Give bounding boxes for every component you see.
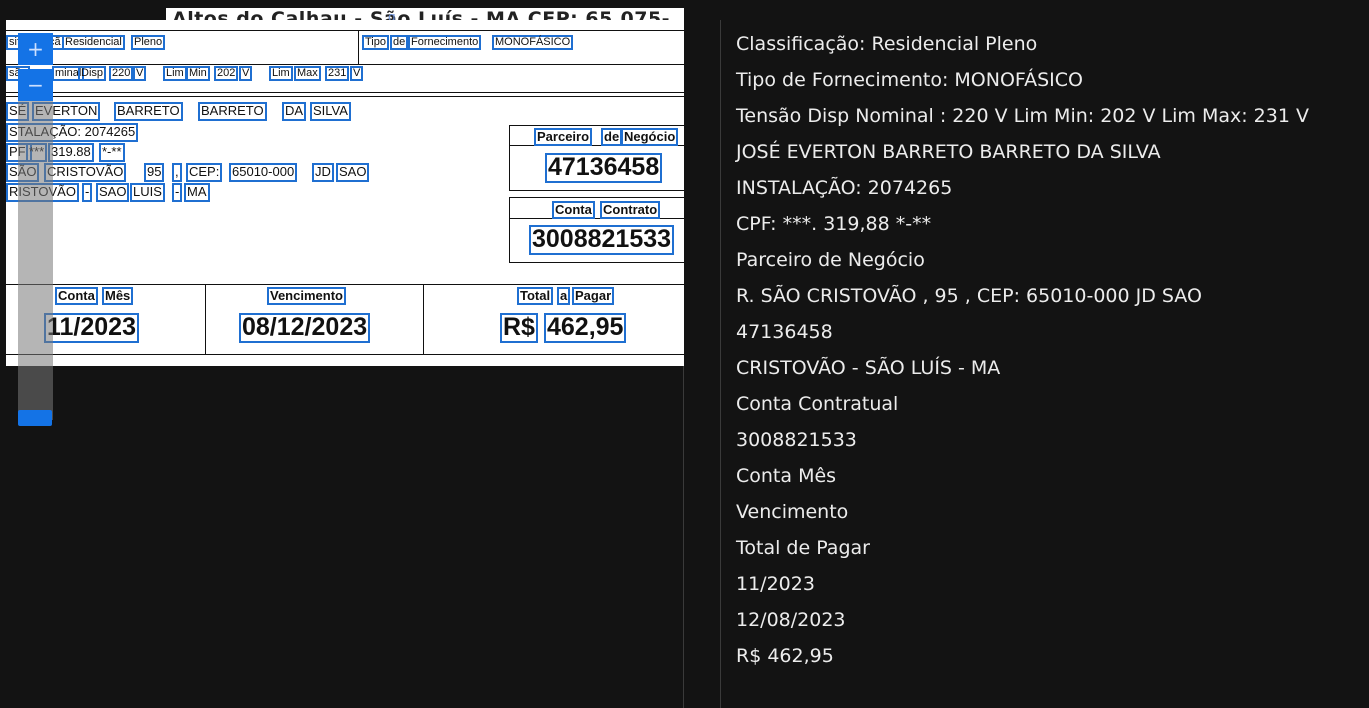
ocr-word: V: [239, 66, 253, 81]
ocr-word: Pagar: [572, 287, 615, 305]
ocr-word: BARRETO: [114, 102, 183, 121]
field-line: Conta Mês: [736, 465, 837, 487]
box-rule: [509, 262, 684, 263]
ocr-word: Mês: [102, 287, 134, 305]
ocr-word: 220: [109, 66, 134, 81]
ocr-word: Total: [517, 287, 554, 305]
ocr-word: MA: [184, 183, 210, 202]
viewer-border: [683, 366, 684, 708]
month-value: 11/2023: [44, 313, 139, 343]
ocr-word: a: [557, 287, 571, 305]
ocr-word: Residencial: [62, 35, 125, 50]
contract-value: 3008821533: [529, 225, 675, 255]
extracted-fields-list: Classificação: Residencial Pleno Tipo de…: [736, 26, 1309, 674]
ocr-word: 319.88: [48, 143, 94, 162]
table-rule: [6, 92, 684, 93]
ocr-word: Conta: [552, 201, 595, 219]
zoom-controls: + −: [18, 33, 53, 101]
table-rule: [205, 284, 206, 354]
ocr-word: Contrato: [600, 201, 661, 219]
ocr-word: SAO: [336, 163, 370, 182]
field-line: R. SÃO CRISTOVÃO , 95 , CEP: 65010-000 J…: [736, 285, 1202, 307]
field-line: Parceiro de Negócio: [736, 249, 925, 271]
ocr-word: CEP:: [186, 163, 223, 182]
table-rule: [6, 284, 684, 285]
box-rule: [509, 197, 684, 198]
ocr-word: CRISTOVÃO: [44, 163, 127, 182]
field-line: Tipo de Fornecimento: MONOFÁSICO: [736, 69, 1083, 91]
ocr-word: ,: [172, 163, 182, 182]
ocr-word: de: [601, 128, 623, 146]
ocr-word: Conta: [55, 287, 98, 305]
box-rule: [509, 197, 510, 263]
zoom-in-button[interactable]: +: [18, 33, 53, 65]
field-line: 12/08/2023: [736, 609, 846, 631]
box-rule: [509, 190, 684, 191]
panel-divider: [720, 20, 721, 708]
field-line: CPF: ***. 319,88 *-**: [736, 213, 932, 235]
header-cut-link: g: [388, 10, 396, 20]
table-rule: [423, 284, 424, 354]
ocr-word: *-**: [99, 143, 125, 162]
table-rule: [6, 96, 684, 97]
ocr-word: Lim: [163, 66, 187, 81]
ocr-word: LUIS: [130, 183, 165, 202]
ocr-word: SAO: [96, 183, 130, 202]
ocr-word: BARRETO: [198, 102, 267, 121]
ocr-word: SILVA: [310, 102, 351, 121]
box-rule: [509, 125, 510, 191]
ocr-word: Lim: [269, 66, 293, 81]
field-line: Classificação: Residencial Pleno: [736, 33, 1038, 55]
ocr-word: Disp: [78, 66, 107, 81]
ocr-word: -: [172, 183, 183, 202]
field-line: 3008821533: [736, 429, 857, 451]
ocr-word: -: [82, 183, 93, 202]
ocr-word: 95: [144, 163, 165, 182]
ocr-word: 231: [325, 66, 350, 81]
box-rule: [509, 125, 684, 126]
field-line: 11/2023: [736, 573, 815, 595]
field-line: Total de Pagar: [736, 537, 870, 559]
table-rule: [6, 64, 684, 65]
table-rule: [6, 30, 684, 31]
ocr-word: Max: [294, 66, 321, 81]
ocr-word: DA: [282, 102, 307, 121]
ocr-word: Tipo: [362, 35, 389, 50]
ocr-word: Fornecimento: [408, 35, 482, 50]
zoom-slider-track[interactable]: [18, 100, 53, 420]
field-line: Tensão Disp Nominal : 220 V Lim Min: 202…: [736, 105, 1309, 127]
field-line: Conta Contratual: [736, 393, 899, 415]
ocr-word: 202: [214, 66, 239, 81]
due-value: 08/12/2023: [239, 313, 371, 343]
table-rule: [358, 30, 359, 64]
ocr-word: Negócio: [621, 128, 679, 146]
ocr-word: V: [133, 66, 147, 81]
field-line: 47136458: [736, 321, 833, 343]
ocr-word: MONOFÁSICO: [492, 35, 574, 50]
field-line: JOSÉ EVERTON BARRETO BARRETO DA SILVA: [736, 141, 1161, 163]
partner-value: 47136458: [545, 153, 663, 183]
field-line: Vencimento: [736, 501, 849, 523]
field-line: INSTALAÇÃO: 2074265: [736, 177, 953, 199]
field-line: CRISTOVÃO - SÃO LUÍS - MA: [736, 357, 1001, 379]
total-value: 462,95: [544, 313, 627, 343]
header-cut-text: Altos do Calhau - São Luís - MA CEP: 65.…: [166, 8, 684, 20]
ocr-word: Min: [186, 66, 210, 81]
ocr-word: Parceiro: [534, 128, 593, 146]
table-rule: [6, 354, 684, 355]
total-currency: R$: [500, 313, 538, 343]
ocr-word: JD: [312, 163, 334, 182]
ocr-word: V: [350, 66, 364, 81]
document-image: sif çã Residencial Pleno Tipo de Forneci…: [6, 20, 684, 366]
due-label: Vencimento: [267, 287, 346, 305]
zoom-slider-thumb[interactable]: [18, 410, 52, 426]
zoom-out-button[interactable]: −: [18, 69, 53, 101]
document-header-cut: Altos do Calhau - São Luís - MA CEP: 65.…: [6, 0, 684, 20]
ocr-word: Pleno: [131, 35, 166, 50]
field-line: R$ 462,95: [736, 645, 834, 667]
ocr-word: 65010-000: [229, 163, 298, 182]
ocr-word: de: [390, 35, 409, 50]
document-viewer[interactable]: Altos do Calhau - São Luís - MA CEP: 65.…: [6, 0, 684, 708]
